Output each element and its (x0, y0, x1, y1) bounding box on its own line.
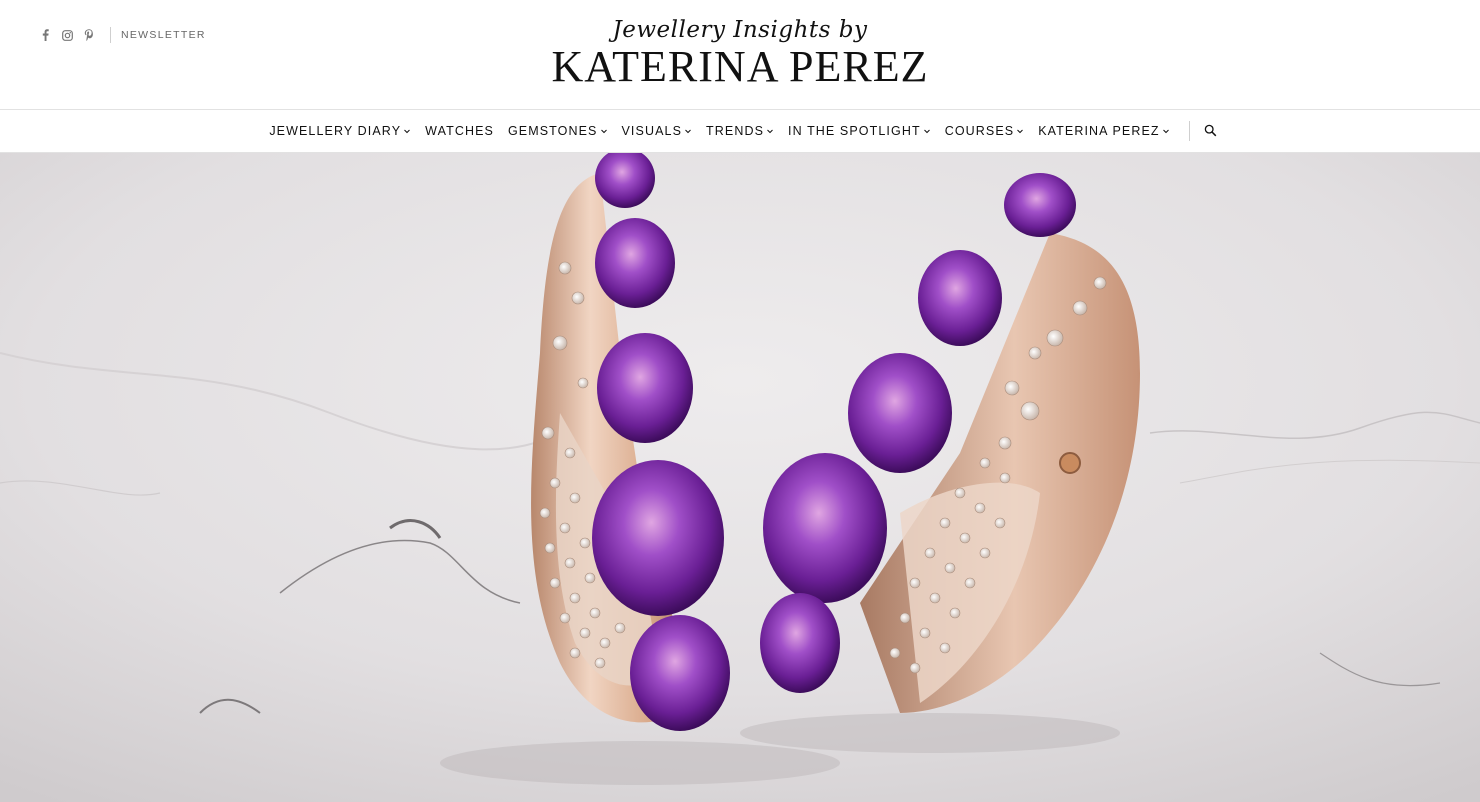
main-navigation: JEWELLERY DIARY WATCHES GEMSTONES VISUAL… (0, 110, 1480, 153)
nav-label: GEMSTONES (507, 124, 598, 138)
nav-label: TRENDS (706, 124, 765, 138)
chevron-down-icon (766, 127, 774, 135)
chevron-down-icon (1016, 127, 1024, 135)
logo-tagline: Jewellery Insights by (612, 17, 868, 43)
site-header: NEWSLETTER Jewellery Insights by KATERIN… (0, 0, 1480, 110)
nav-divider (1188, 121, 1190, 141)
chevron-down-icon (684, 127, 692, 135)
nav-item-katerina-perez[interactable]: KATERINA PEREZ (1038, 124, 1169, 138)
nav-label: JEWELLERY DIARY (269, 124, 402, 138)
chevron-down-icon (923, 127, 931, 135)
nav-item-in-the-spotlight[interactable]: IN THE SPOTLIGHT (788, 124, 931, 138)
nav-item-visuals[interactable]: VISUALS (622, 124, 693, 138)
nav-item-gemstones[interactable]: GEMSTONES (508, 124, 608, 138)
nav-label: KATERINA PEREZ (1038, 124, 1160, 138)
hero-image[interactable] (0, 153, 1480, 802)
nav-item-jewellery-diary[interactable]: JEWELLERY DIARY (269, 124, 411, 138)
nav-label: WATCHES (425, 124, 494, 138)
nav-item-trends[interactable]: TRENDS (706, 124, 774, 138)
nav-item-courses[interactable]: COURSES (945, 124, 1025, 138)
site-logo[interactable]: Jewellery Insights by KATERINA PEREZ (0, 16, 1480, 90)
chevron-down-icon (600, 127, 608, 135)
nav-label: VISUALS (621, 124, 683, 138)
logo-wordmark: KATERINA PEREZ (551, 42, 929, 91)
chevron-down-icon (403, 127, 411, 135)
chevron-down-icon (1162, 127, 1170, 135)
nav-item-watches[interactable]: WATCHES (425, 124, 494, 138)
nav-label: IN THE SPOTLIGHT (788, 124, 921, 138)
search-icon[interactable] (1204, 124, 1218, 138)
earrings-photo (0, 153, 1480, 802)
nav-label: COURSES (944, 124, 1015, 138)
